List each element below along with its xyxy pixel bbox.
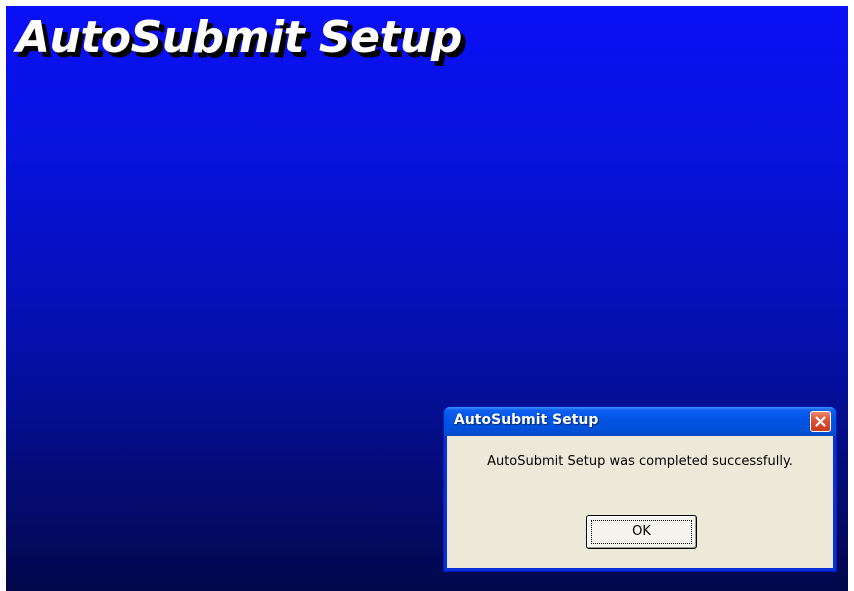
message-dialog: AutoSubmit Setup AutoSubmit Setup was co… (443, 406, 837, 572)
setup-banner-title: AutoSubmit Setup (16, 12, 462, 63)
ok-label: OK (632, 524, 651, 539)
ok-button[interactable]: OK (586, 515, 697, 549)
setup-background: AutoSubmit Setup AutoSubmit Setup AutoSu… (6, 6, 848, 591)
dialog-titlebar[interactable]: AutoSubmit Setup (444, 407, 836, 436)
dialog-message: AutoSubmit Setup was completed successfu… (487, 454, 793, 469)
close-button[interactable] (810, 411, 831, 432)
close-icon (815, 416, 826, 427)
dialog-title: AutoSubmit Setup (454, 412, 599, 428)
dialog-body: AutoSubmit Setup was completed successfu… (447, 436, 833, 568)
